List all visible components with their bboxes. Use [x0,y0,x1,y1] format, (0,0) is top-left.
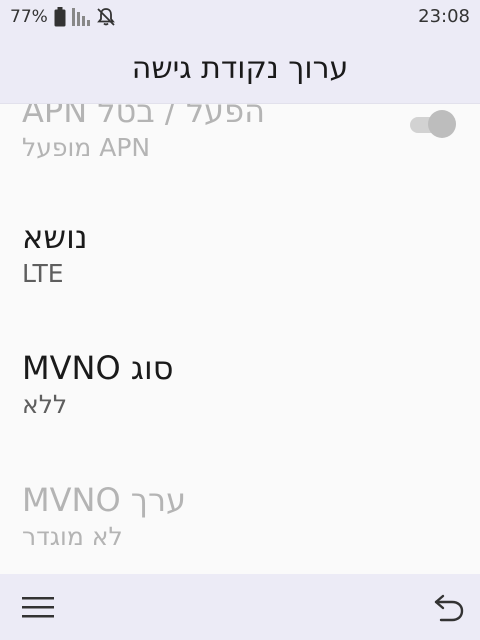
setting-mvno-value-title: ערך MVNO [22,481,187,519]
setting-mvno-value-summary: לא מוגדר [22,522,123,551]
back-icon[interactable] [432,590,466,624]
status-time: 23:08 [418,6,470,27]
status-icons: 77% [10,0,116,34]
setting-apn-enable[interactable]: הפעל / בטל APN APN מופעל [22,104,402,165]
menu-icon[interactable] [22,595,54,619]
battery-percent: 77% [10,7,48,27]
setting-mvno-type[interactable]: סוג MVNO ללא [22,348,402,422]
battery-icon [54,7,66,27]
status-bar: 77% 23:08 [0,0,480,34]
signal-icon [71,8,90,26]
page-title: ערוך נקודת גישה [131,51,349,86]
setting-bearer-title: נושא [22,218,88,256]
setting-mvno-type-title: סוג MVNO [22,349,174,387]
setting-mvno-type-summary: ללא [22,390,68,419]
settings-list[interactable]: הפעל / בטל APN APN מופעל נושא LTE סוג MV… [0,104,480,574]
notifications-off-icon [96,7,116,27]
title-bar: ערוך נקודת גישה [0,34,480,104]
apn-enable-toggle[interactable] [408,109,456,139]
bottom-bar [0,574,480,640]
setting-mvno-value[interactable]: ערך MVNO לא מוגדר [22,480,402,554]
setting-bearer-summary: LTE [22,259,64,288]
setting-bearer[interactable]: נושא LTE [22,217,402,291]
setting-apn-enable-summary: APN מופעל [22,133,151,162]
setting-apn-enable-title: הפעל / בטל APN [22,104,265,130]
toggle-thumb [428,110,456,138]
